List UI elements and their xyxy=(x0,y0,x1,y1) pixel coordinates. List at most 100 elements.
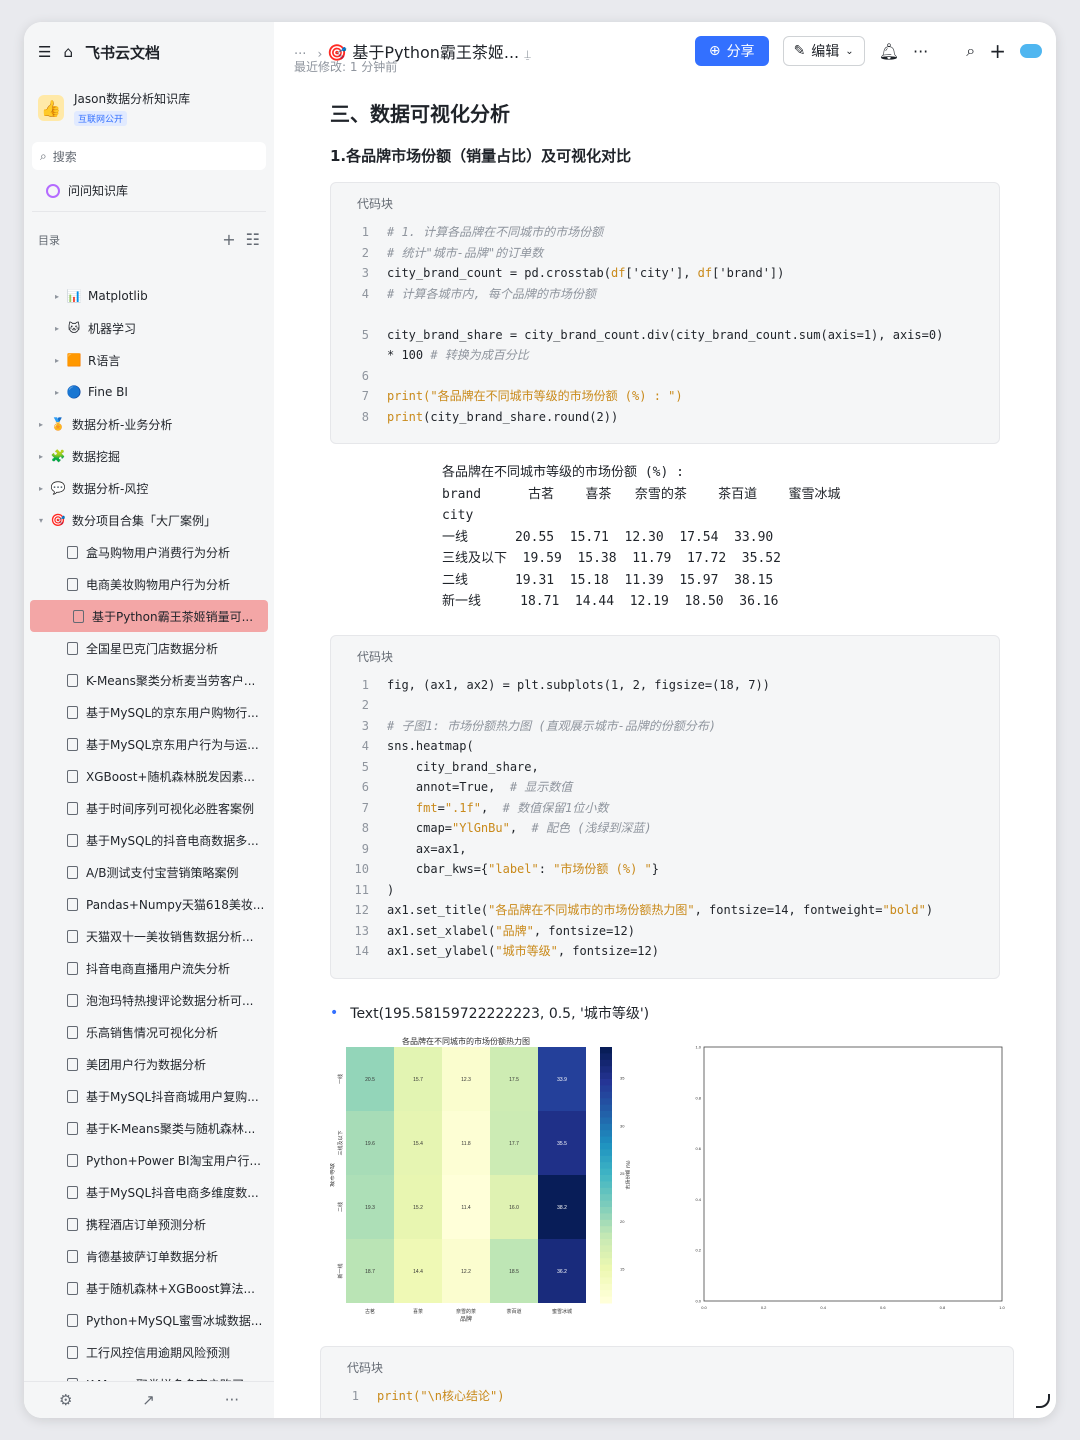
folder-emoji-icon: 🏅 xyxy=(50,417,66,431)
sidebar-item[interactable]: Pandas+Numpy天猫618美妆... xyxy=(24,888,274,920)
line-number: 3 xyxy=(361,718,369,733)
collapse-sidebar-icon[interactable]: ☰ xyxy=(38,43,51,61)
expand-right-icon[interactable]: ▸ xyxy=(52,292,62,301)
expand-right-icon[interactable]: ▸ xyxy=(36,420,46,429)
sidebar-item[interactable]: 基于MySQL抖音商城用户复购... xyxy=(24,1080,274,1112)
sidebar-item[interactable]: 基于MySQL抖音电商多维度数... xyxy=(24,1176,274,1208)
cloud-icon[interactable] xyxy=(1020,44,1042,58)
code-text: # 1. 计算各品牌在不同城市的市场份额 xyxy=(387,225,604,239)
colorbar-segment xyxy=(600,1142,612,1150)
add-icon[interactable]: + xyxy=(222,230,235,249)
sidebar-item[interactable]: 携程酒店订单预测分析 xyxy=(24,1208,274,1240)
code-line: 9 ax=ax1, xyxy=(331,839,999,860)
code-block-1[interactable]: 代码块 1 # 1. 计算各品牌在不同城市的市场份额 2 # 统计"城市-品牌"的订单… xyxy=(330,182,1000,444)
code-text: cmap="YlGnBu", # 配色 (浅绿到深蓝) xyxy=(387,821,652,835)
x-tick-label: 1.0 xyxy=(999,1305,1005,1310)
sidebar-item[interactable]: 基于MySQL京东用户行为与运... xyxy=(24,728,274,760)
colorbar-segment xyxy=(600,1283,612,1291)
knowledge-base[interactable]: 👍 Jason数据分析知识库 互联网公开 xyxy=(24,82,274,134)
sidebar-item[interactable]: 全国星巴克门店数据分析 xyxy=(24,632,274,664)
expand-right-icon[interactable]: ▸ xyxy=(52,356,62,365)
sidebar-item-label: 电商美妆购物用户行为分析 xyxy=(86,577,231,592)
pencil-icon: ✎ xyxy=(793,43,806,59)
x-tick-label: 奈雪的茶 xyxy=(456,1308,476,1315)
sidebar-item[interactable]: K-Means聚类分析麦当劳客户... xyxy=(24,664,274,696)
app-title[interactable]: 飞书云文档 xyxy=(85,42,160,63)
sidebar-item[interactable]: 盒马购物用户消费行为分析 xyxy=(24,536,274,568)
sidebar-item[interactable]: ▸ 💬 数据分析-风控 xyxy=(24,472,274,504)
bell-icon[interactable]: 🔔︎ xyxy=(879,42,899,61)
code-line: * 100 # 转换为成百分比 xyxy=(331,345,999,366)
sidebar-item[interactable]: ▾ 🎯 数分项目合集「大厂案例」 xyxy=(24,504,274,536)
code-line: 1 print("\n核心结论") xyxy=(321,1386,1013,1407)
code-line: 7 fmt=".1f", # 数值保留1位小数 xyxy=(331,798,999,819)
console-output: 各品牌在不同城市等级的市场份额 (%) : brand 古茗 喜茶 奈雪的茶 茶百… xyxy=(330,462,1000,613)
plus-icon[interactable]: + xyxy=(989,39,1006,63)
sidebar-item[interactable]: 天猫双十一美妆销售数据分析... xyxy=(24,920,274,952)
line-number: 7 xyxy=(361,800,369,815)
sidebar-item-label: 天猫双十一美妆销售数据分析... xyxy=(86,929,254,944)
search-input[interactable]: ⌕ 搜索 xyxy=(32,142,266,170)
expand-right-icon[interactable]: ▸ xyxy=(52,324,62,333)
more-icon[interactable]: ··· xyxy=(225,1391,239,1409)
share-out-icon[interactable]: ↗ xyxy=(142,1391,155,1409)
sidebar-item[interactable]: 基于K-Means聚类与随机森林... xyxy=(24,1112,274,1144)
pin-icon[interactable]: ⍊ xyxy=(524,48,531,61)
sidebar-item-label: 工行风控信用逾期风险预测 xyxy=(86,1345,231,1360)
sidebar-item[interactable]: ▸ 🟧 R语言 xyxy=(24,344,274,376)
sidebar-item[interactable]: 泡泡玛特热搜评论数据分析可... xyxy=(24,984,274,1016)
expand-right-icon[interactable]: ▸ xyxy=(36,452,46,461)
text-output: • Text(195.58159722222223, 0.5, '城市等级') xyxy=(330,1003,1000,1023)
colorbar-segment xyxy=(600,1110,612,1118)
expand-right-icon[interactable]: ▸ xyxy=(52,388,62,397)
share-button[interactable]: ⊕ 分享 xyxy=(694,36,769,66)
more-options-icon[interactable]: ··· xyxy=(913,42,928,61)
sidebar-item[interactable]: ▸ 🏅 数据分析-业务分析 xyxy=(24,408,274,440)
folder-emoji-icon: 🧩 xyxy=(50,449,66,463)
colorbar-segment xyxy=(600,1206,612,1214)
sidebar-item[interactable]: Python+Power BI淘宝用户行... xyxy=(24,1144,274,1176)
sidebar-item[interactable]: 乐高销售情况可视化分析 xyxy=(24,1016,274,1048)
sidebar-item[interactable]: 基于MySQL的京东用户购物行... xyxy=(24,696,274,728)
sidebar-item[interactable]: 基于随机森林+XGBoost算法... xyxy=(24,1272,274,1304)
cell-label: 19.6 xyxy=(365,1141,375,1147)
sidebar-item[interactable]: 工行风控信用逾期风险预测 xyxy=(24,1336,274,1368)
sidebar-item[interactable]: 基于MySQL的抖音电商数据多... xyxy=(24,824,274,856)
sidebar-item[interactable]: 抖音电商直播用户流失分析 xyxy=(24,952,274,984)
code-block-2[interactable]: 代码块 1 fig, (ax1, ax2) = plt.subplots(1, 2… xyxy=(330,634,1000,979)
sidebar-item[interactable]: Python+MySQL蜜雪冰城数据... xyxy=(24,1304,274,1336)
code-line: 2 xyxy=(331,695,999,716)
colorbar-segment xyxy=(600,1123,612,1131)
sidebar-item[interactable]: 肯德基披萨订单数据分析 xyxy=(24,1240,274,1272)
heatmap-chart: 各品牌在不同城市的市场份额热力图 20.5 15.7 12.3 17.5 33.9 19.6… xyxy=(330,1036,630,1323)
line-number xyxy=(331,345,387,366)
colorbar-segment xyxy=(600,1296,612,1303)
sidebar-item[interactable]: 电商美妆购物用户行为分析 xyxy=(24,568,274,600)
expand-right-icon[interactable]: ▸ xyxy=(36,484,46,493)
ask-kb-button[interactable]: 问问知识库 xyxy=(32,170,266,212)
sidebar-item[interactable]: XGBoost+随机森林脱发因素... xyxy=(24,760,274,792)
edit-button[interactable]: ✎ 编辑 ⌄ xyxy=(782,36,865,66)
search-icon[interactable]: ⌕ xyxy=(966,41,975,61)
toc-header: 目录 + ☷ xyxy=(24,212,274,249)
colorbar-segment xyxy=(600,1187,612,1195)
list-settings-icon[interactable]: ☷ xyxy=(246,230,260,249)
cell-label: 38.2 xyxy=(557,1205,567,1211)
sidebar-item[interactable]: ▸ 🐱 机器学习 xyxy=(24,312,274,344)
sidebar-item[interactable]: 基于Python霸王茶姬销量可... xyxy=(30,600,268,632)
cell-label: 16.0 xyxy=(509,1205,519,1211)
code-text: print("各品牌在不同城市等级的市场份额 (%) : ") xyxy=(387,389,683,403)
sidebar-item[interactable]: 美团用户行为数据分析 xyxy=(24,1048,274,1080)
code-block-3[interactable]: 代码块 1 print("\n核心结论") xyxy=(320,1346,1014,1418)
sidebar-item[interactable]: ▸ 🔵 Fine BI xyxy=(24,376,274,408)
ask-kb-label: 问问知识库 xyxy=(68,184,129,198)
home-icon[interactable]: ⌂ xyxy=(63,43,73,61)
settings-icon[interactable]: ⚙ xyxy=(59,1391,72,1409)
sidebar-item[interactable]: ▸ 🧩 数据挖掘 xyxy=(24,440,274,472)
expand-down-icon[interactable]: ▾ xyxy=(36,516,46,525)
sidebar-item[interactable]: A/B测试支付宝营销策略案例 xyxy=(24,856,274,888)
sidebar-item[interactable]: 基于时间序列可视化必胜客案例 xyxy=(24,792,274,824)
sidebar-item[interactable]: ▸ 📊 Matplotlib xyxy=(24,280,274,312)
